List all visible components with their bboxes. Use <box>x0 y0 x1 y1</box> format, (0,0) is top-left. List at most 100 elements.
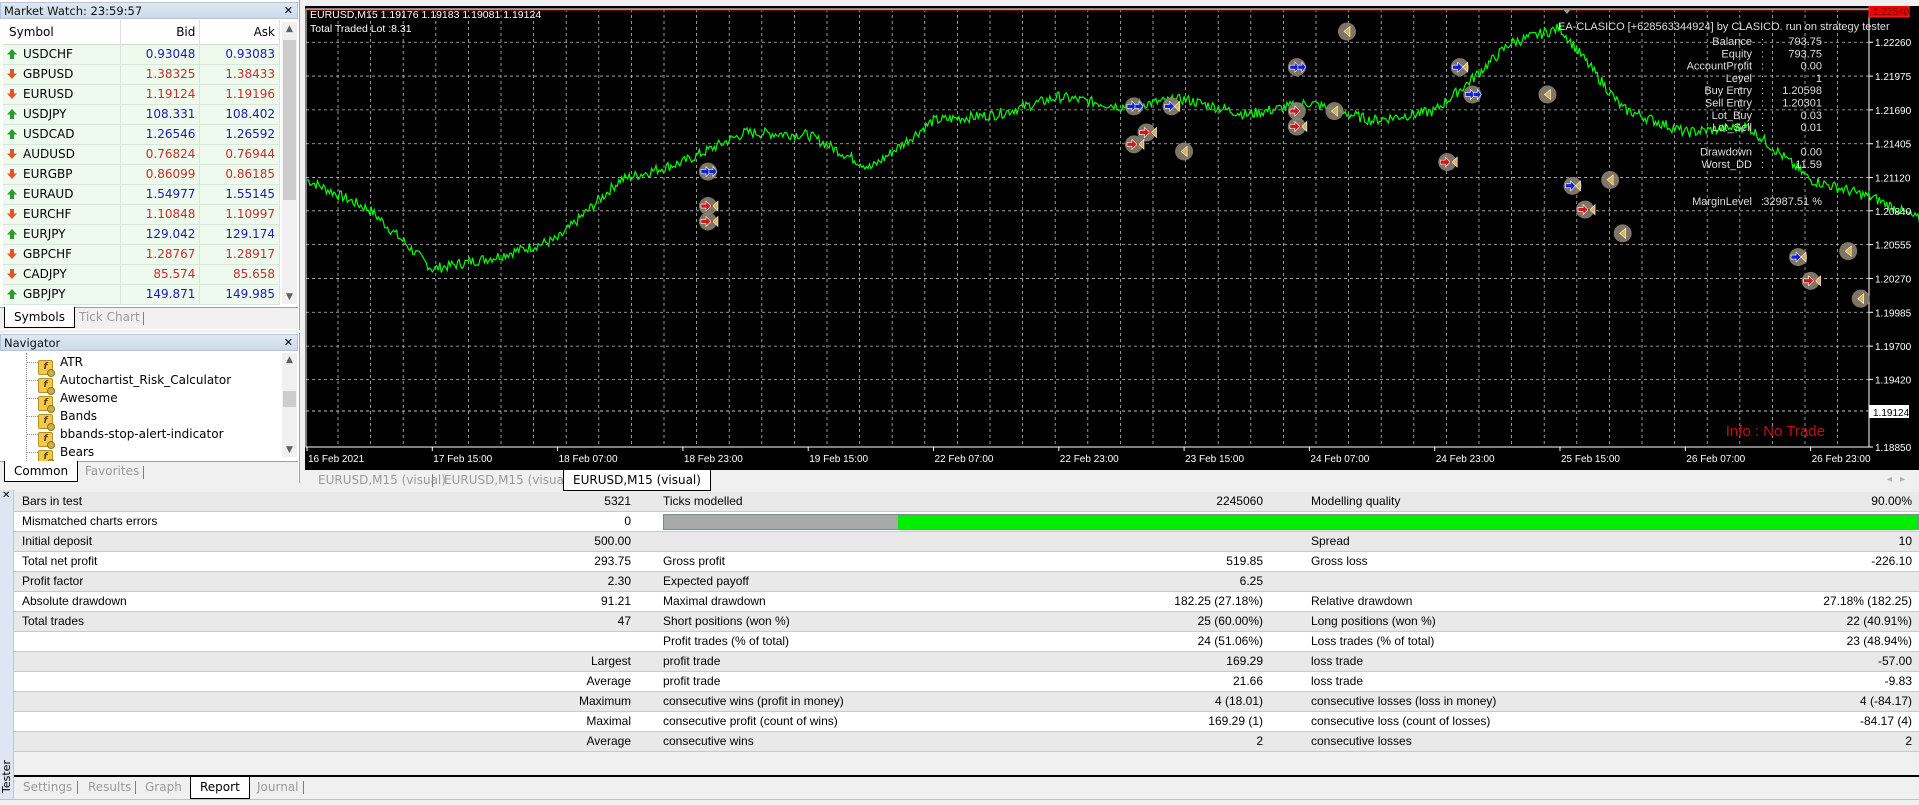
price-down-icon <box>7 89 17 99</box>
trade-marker-buy-close <box>1789 248 1808 267</box>
scroll-up-icon[interactable]: ▲ <box>282 355 297 365</box>
tree-connector <box>26 362 38 363</box>
chart-tab-3[interactable]: EURUSD,M15 (visual) <box>563 470 711 491</box>
y-tick-label: 1.21690 <box>1875 106 1912 117</box>
symbol-name: GBPCHF <box>23 247 73 261</box>
scrollbar-thumb[interactable] <box>283 40 296 200</box>
tab-graph[interactable]: Graph <box>136 777 191 799</box>
modelling-quality-bar-gray <box>664 515 899 529</box>
chart-tab-2[interactable]: EURUSD,M15 (visual) <box>435 470 581 491</box>
market-watch-row[interactable]: USDCHF 0.93048 0.93083 <box>3 44 280 65</box>
market-watch-title-text: Market Watch: 23:59:57 <box>4 4 143 18</box>
symbol-cell[interactable]: USDCHF <box>3 44 121 65</box>
report-label: consecutive losses (loss in money) <box>1311 694 1497 708</box>
column-header-bid[interactable]: Bid <box>120 20 201 45</box>
navigator-item[interactable]: f Bears <box>26 443 94 467</box>
report-value: -84.17 (4) <box>1859 714 1912 728</box>
market-watch-row[interactable]: EURGBP 0.86099 0.86185 <box>3 164 280 185</box>
market-watch-row[interactable]: CADJPY 85.574 85.658 <box>3 264 280 285</box>
scroll-up-icon[interactable]: ▲ <box>282 24 297 34</box>
report-label: Short positions (won %) <box>663 614 790 628</box>
market-watch-row[interactable]: EURUSD 1.19124 1.19196 <box>3 84 280 105</box>
tab-journal[interactable]: Journal <box>248 777 308 799</box>
symbol-cell[interactable]: USDCAD <box>3 124 121 145</box>
market-watch-row[interactable]: EURJPY 129.042 129.174 <box>3 224 280 245</box>
symbol-cell[interactable]: EURJPY <box>3 224 121 245</box>
scroll-down-icon[interactable]: ▼ <box>282 445 297 455</box>
ea-stat-colon: : <box>1761 61 1764 73</box>
tester-sidebar: ✕ Tester <box>0 490 14 805</box>
report-value: 23 (48.94%) <box>1846 634 1912 648</box>
market-watch-row[interactable]: EURCHF 1.10848 1.10997 <box>3 204 280 225</box>
tab-tick-chart[interactable]: Tick Chart <box>70 307 149 328</box>
market-watch-row[interactable]: USDJPY 108.331 108.402 <box>3 104 280 125</box>
report-label: Total net profit <box>22 554 98 568</box>
market-watch-row[interactable]: GBPCHF 1.28767 1.28917 <box>3 244 280 265</box>
ea-stat-label: Sell Entry <box>1705 98 1753 110</box>
report-label: Total trades <box>22 614 85 628</box>
symbol-cell[interactable]: CADJPY <box>3 264 121 285</box>
y-tick-label: 1.18850 <box>1875 443 1912 454</box>
report-row: Largest profit trade 169.29 loss trade -57.0… <box>14 652 1919 672</box>
trade-marker-sell-close <box>698 212 719 231</box>
navigator-item[interactable]: f Bands <box>26 407 97 431</box>
symbol-name: CADJPY <box>23 267 67 281</box>
symbol-cell[interactable]: EURGBP <box>3 164 121 185</box>
report-value: 22 (40.91%) <box>1846 614 1912 628</box>
close-icon[interactable]: ✕ <box>284 335 293 351</box>
report-value: 519.85 <box>1226 554 1263 568</box>
y-tick-label: 1.19420 <box>1875 375 1912 386</box>
market-watch-tabs: Symbols Tick Chart <box>0 307 298 329</box>
market-watch-row[interactable]: AUDUSD 0.76824 0.76944 <box>3 144 280 165</box>
navigator-item[interactable]: f Autochartist_Risk_Calculator <box>26 371 231 395</box>
price-down-icon <box>7 69 17 79</box>
tab-scroll-arrows[interactable]: ◂▸ <box>1887 474 1913 485</box>
tab-report[interactable]: Report <box>190 777 250 799</box>
symbol-cell[interactable]: EURAUD <box>3 184 121 205</box>
symbol-cell[interactable]: GBPJPY <box>3 284 121 305</box>
report-label: Long positions (won %) <box>1311 614 1436 628</box>
column-header-ask[interactable]: Ask <box>199 20 280 45</box>
market-watch-row[interactable]: GBPJPY 149.871 149.985 <box>3 284 280 305</box>
navigator-item[interactable]: f ATR <box>26 353 83 377</box>
scroll-down-icon[interactable]: ▼ <box>282 292 297 302</box>
tab-separator <box>143 312 144 325</box>
report-value: 4 (-84.17) <box>1859 694 1912 708</box>
tab-results[interactable]: Results <box>79 777 140 799</box>
price-chart[interactable]: EURUSD,M15 1.19176 1.19183 1.19081 1.191… <box>305 6 1919 468</box>
y-tick-label: 1.21975 <box>1875 72 1912 83</box>
report-value: 27.18% (182.25) <box>1823 594 1912 608</box>
market-watch-scrollbar[interactable]: ▲ ▼ <box>282 22 297 304</box>
symbol-cell[interactable]: USDJPY <box>3 104 121 125</box>
symbol-cell[interactable]: EURCHF <box>3 204 121 225</box>
symbol-cell[interactable]: GBPCHF <box>3 244 121 265</box>
report-row: Profit factor 2.30 Expected payoff 6.25 <box>14 572 1919 592</box>
tab-favorites[interactable]: Favorites <box>76 461 148 482</box>
trade-marker-sell-close <box>1438 153 1458 172</box>
navigator-panel: Navigator ✕ f ATR f Autochartist_Risk_Calcu… <box>0 333 300 483</box>
chart-tab-1[interactable]: EURUSD,M15 (visual) <box>309 470 455 491</box>
tab-settings[interactable]: Settings <box>14 777 81 799</box>
symbol-cell[interactable]: EURUSD <box>3 84 121 105</box>
symbol-cell[interactable]: GBPUSD <box>3 64 121 85</box>
tab-common[interactable]: Common <box>4 461 79 482</box>
modelling-quality-bar <box>663 514 1919 530</box>
trade-marker-buy <box>698 162 718 181</box>
x-tick-label: 18 Feb 23:00 <box>684 454 743 465</box>
tab-symbols[interactable]: Symbols <box>4 307 75 328</box>
navigator-item[interactable]: f Awesome <box>26 389 118 413</box>
navigator-item[interactable]: f bbands-stop-alert-indicator <box>26 425 224 449</box>
symbol-cell[interactable]: AUDUSD <box>3 144 121 165</box>
chart-canvas[interactable]: EURUSD,M15 1.19176 1.19183 1.19081 1.191… <box>305 6 1919 468</box>
info-no-trade: Info : No Trade <box>1726 423 1825 440</box>
report-label: Spread <box>1311 534 1350 548</box>
close-icon[interactable]: ✕ <box>2 490 10 501</box>
ea-stat-colon: : <box>1761 159 1764 171</box>
market-watch-row[interactable]: USDCAD 1.26546 1.26592 <box>3 124 280 145</box>
scrollbar-thumb[interactable] <box>283 391 296 407</box>
navigator-scrollbar[interactable]: ▲ ▼ <box>282 353 297 457</box>
market-watch-row[interactable]: GBPUSD 1.38325 1.38433 <box>3 64 280 85</box>
column-header-symbol[interactable]: Symbol <box>3 20 121 45</box>
market-watch-row[interactable]: EURAUD 1.54977 1.55145 <box>3 184 280 205</box>
close-icon[interactable]: ✕ <box>284 3 293 19</box>
